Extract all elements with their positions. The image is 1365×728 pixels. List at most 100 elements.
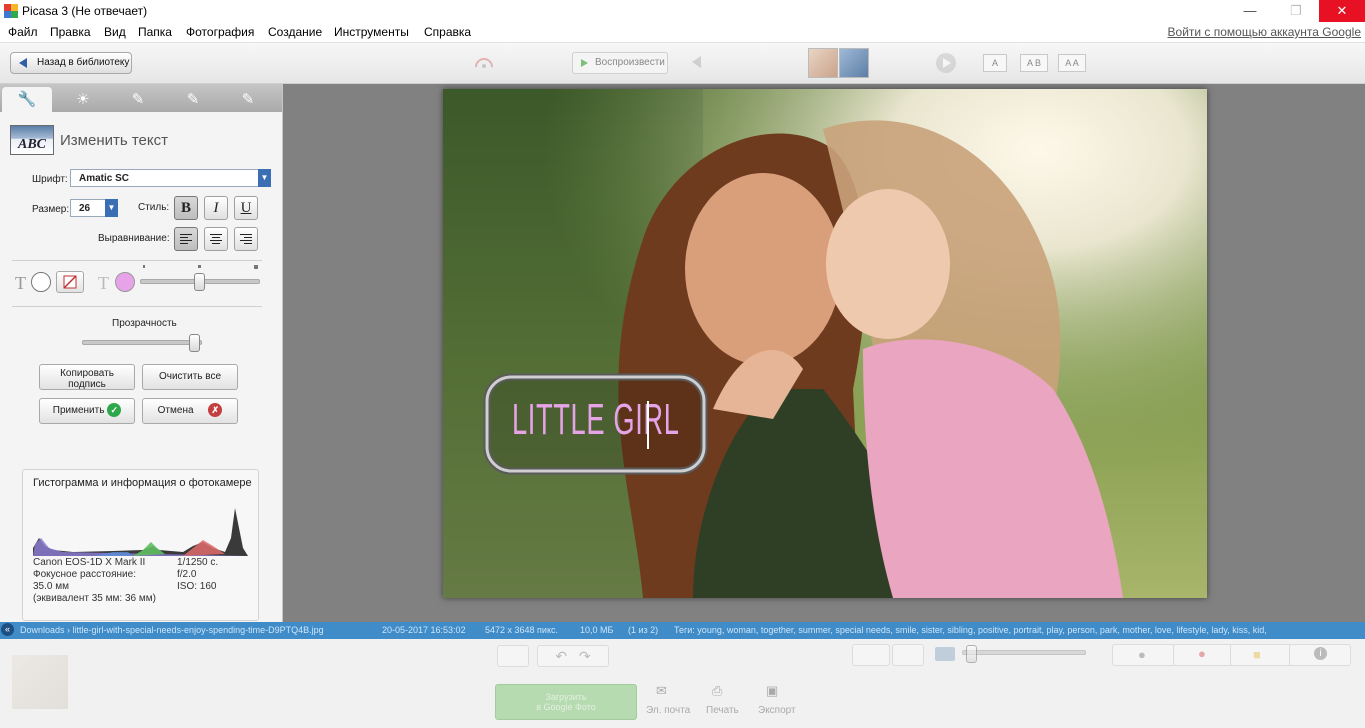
picasa-logo-icon <box>4 4 18 18</box>
close-button[interactable]: ✕ <box>1319 0 1365 22</box>
print-button-label[interactable]: Печать <box>706 705 739 716</box>
caption-style-1-button[interactable]: A <box>983 54 1007 72</box>
menu-create[interactable]: Создание <box>268 25 322 39</box>
file-tags: Теги: young, woman, together, summer, sp… <box>674 625 1267 635</box>
outline-color-swatch[interactable] <box>115 272 135 292</box>
align-center-button[interactable] <box>204 227 228 251</box>
histogram-title: Гистограмма и информация о фотокамере <box>33 477 252 489</box>
align-left-button[interactable] <box>174 227 198 251</box>
menu-photo[interactable]: Фотография <box>186 25 254 39</box>
caption-style-2-button[interactable]: A B <box>1020 54 1048 72</box>
play-slideshow-button[interactable]: Воспроизвести <box>572 52 668 74</box>
zoom-slider[interactable] <box>962 650 1086 655</box>
menu-edit[interactable]: Правка <box>50 25 91 39</box>
cancel-button[interactable]: Отмена ✗ <box>142 398 238 424</box>
rotate-buttons[interactable]: ↶ ↷ <box>537 645 609 667</box>
divider <box>12 260 262 261</box>
tab-effects-1[interactable]: ✎ <box>113 87 163 112</box>
zoom-slider-handle[interactable] <box>966 645 977 663</box>
file-dimensions: 5472 x 3648 пикс. <box>485 625 558 635</box>
text-color-swatch[interactable] <box>31 272 51 292</box>
status-bar: « Downloads › little-girl-with-special-n… <box>0 622 1365 639</box>
menu-folder[interactable]: Папка <box>138 25 172 39</box>
brush-icon: ✎ <box>186 91 200 108</box>
italic-button[interactable]: I <box>204 196 228 220</box>
underline-button[interactable]: U <box>234 196 258 220</box>
sun-icon: ☀ <box>76 91 90 108</box>
tag-icon: ■ <box>1253 647 1261 662</box>
google-signin-link[interactable]: Войти с помощью аккаунта Google <box>1168 25 1361 39</box>
slider-tick <box>254 265 258 269</box>
copy-caption-button[interactable]: Копировать подпись <box>39 364 135 390</box>
file-position: (1 из 2) <box>628 625 659 635</box>
minimize-button[interactable]: — <box>1227 0 1273 22</box>
info-icon: i <box>1314 647 1327 660</box>
chevron-down-icon: ▼ <box>258 169 271 187</box>
focal-equivalent: (эквивалент 35 мм: 36 мм) <box>33 593 156 604</box>
photo[interactable]: LITTLE GIRL <box>443 89 1207 598</box>
divider <box>12 306 262 307</box>
maximize-button[interactable]: ❐ <box>1273 0 1319 22</box>
rotate-left-icon: ↶ <box>555 648 568 664</box>
iso: ISO: 160 <box>177 581 217 592</box>
view-mode-button[interactable] <box>852 644 890 666</box>
filmstrip-thumbnail[interactable] <box>808 48 838 78</box>
tab-effects-2[interactable]: ✎ <box>168 87 218 112</box>
file-path[interactable]: Downloads › little-girl-with-special-nee… <box>20 622 324 639</box>
photo-viewer: LITTLE GIRL <box>283 84 1365 622</box>
tab-effects-3[interactable]: ✎ <box>223 87 273 112</box>
clear-all-button[interactable]: Очистить все <box>142 364 238 390</box>
transparency-slider-handle[interactable] <box>189 334 200 352</box>
back-to-library-button[interactable]: Назад в библиотеку <box>10 52 132 74</box>
menu-view[interactable]: Вид <box>104 25 126 39</box>
menu-bar: Файл Правка Вид Папка Фотография Создани… <box>0 22 1365 43</box>
next-photo-icon[interactable] <box>936 53 956 73</box>
filmstrip-thumbnail[interactable] <box>839 48 869 78</box>
prev-photo-icon[interactable] <box>690 55 702 69</box>
people-button[interactable]: ● <box>1112 644 1176 666</box>
play-icon <box>581 59 588 67</box>
tab-tuning[interactable]: ☀ <box>58 87 108 112</box>
export-button-label[interactable]: Экспорт <box>758 705 796 716</box>
rotate-icon[interactable] <box>470 54 498 72</box>
menu-file[interactable]: Файл <box>8 25 38 39</box>
upload-google-photos-button[interactable]: Загрузить в Google Фото <box>495 684 637 720</box>
file-date: 20-05-2017 16:53:02 <box>382 625 466 635</box>
view-mode-button[interactable] <box>892 644 924 666</box>
outline-color-button[interactable] <box>56 271 84 293</box>
slider-tick <box>143 265 145 268</box>
caption-style-3-button[interactable]: A A <box>1058 54 1086 72</box>
bottom-tray: ↶ ↷ Загрузить в Google Фото ✉ Эл. почта … <box>0 639 1365 728</box>
text-cursor <box>647 401 649 449</box>
outline-width-slider-handle[interactable] <box>194 273 205 291</box>
places-button[interactable]: ● <box>1173 644 1233 666</box>
cancel-x-icon: ✗ <box>208 403 223 418</box>
export-icon: ▣ <box>766 683 779 698</box>
menu-tools[interactable]: Инструменты <box>334 25 409 39</box>
menu-help[interactable]: Справка <box>424 25 471 39</box>
top-toolbar: Назад в библиотеку Воспроизвести A A B A… <box>0 43 1365 84</box>
hold-button[interactable] <box>497 645 529 667</box>
tags-button[interactable]: ■ <box>1230 644 1292 666</box>
style-label: Стиль: <box>138 202 170 213</box>
outline-text-icon: T <box>98 273 109 293</box>
text-color-icon: T <box>15 273 26 293</box>
bold-button[interactable]: B <box>174 196 198 220</box>
histogram-graph <box>33 498 248 556</box>
align-right-button[interactable] <box>234 227 258 251</box>
caption-text[interactable]: LITTLE GIRL <box>512 395 680 445</box>
edit-panel: 🔧 ☀ ✎ ✎ ✎ ABC Изменить текст Шрифт: Amat… <box>0 84 283 622</box>
tab-basic-fixes[interactable]: 🔧 <box>2 87 52 112</box>
transparency-slider[interactable] <box>82 340 202 345</box>
apply-button[interactable]: Применить ✓ <box>39 398 135 424</box>
size-select[interactable]: 26 ▼ <box>70 199 118 217</box>
email-button-label[interactable]: Эл. почта <box>646 705 690 716</box>
font-label: Шрифт: <box>32 174 68 185</box>
selection-thumbnail[interactable] <box>12 655 68 709</box>
window-title: Picasa 3 (Не отвечает) <box>22 4 148 18</box>
location-pin-icon: ● <box>1198 646 1206 661</box>
font-select[interactable]: Amatic SC ▼ <box>70 169 271 187</box>
collapse-arrow-icon[interactable]: « <box>1 623 14 636</box>
size-label: Размер: <box>32 204 70 215</box>
info-button[interactable]: i <box>1289 644 1351 666</box>
